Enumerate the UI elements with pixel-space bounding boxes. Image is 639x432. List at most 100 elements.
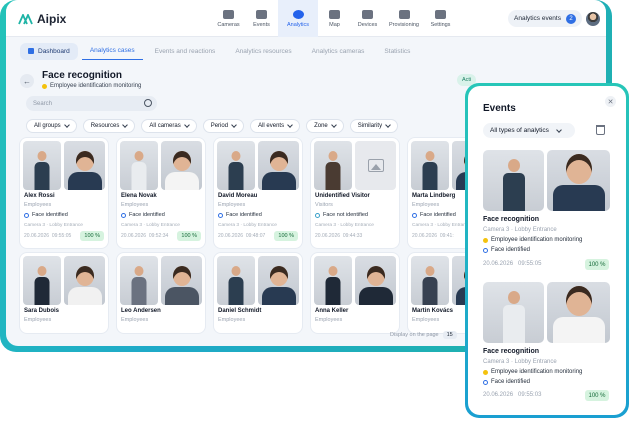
timestamp: 20.06.2026 09:48:07	[218, 233, 266, 239]
event-card[interactable]: Daniel Schmidt Employees	[214, 253, 302, 333]
section-tabs: Dashboard Analytics cases Events and rea…	[20, 42, 418, 60]
chart-icon	[292, 9, 304, 19]
status-dot-icon	[483, 247, 488, 253]
status-dot-icon	[315, 212, 320, 218]
monitor-icon	[362, 9, 373, 19]
event-timestamp: 20.06.2026 09:55:03	[483, 392, 542, 398]
trash-icon[interactable]	[596, 125, 605, 135]
person-name: Marta Lindberg	[412, 193, 456, 199]
event-card[interactable]: Alex Rossi Employees Face identified Cam…	[20, 138, 108, 248]
nav-devices[interactable]: Devices	[351, 0, 384, 37]
person-name: Unidentified Visitor	[315, 193, 370, 199]
timestamp: 20.06.2026 09:44:33	[315, 233, 363, 239]
person-group: Employees	[315, 317, 343, 323]
filter-events[interactable]: All events	[250, 119, 301, 133]
event-title: Face recognition	[483, 216, 540, 223]
camera-label: Camera 3 · Lobby Entrance	[218, 223, 277, 228]
nav-events[interactable]: Events	[245, 0, 278, 37]
full-body-photo	[314, 141, 352, 190]
page-size-select[interactable]: 15	[442, 331, 457, 339]
page-subtitle: Employee identification monitoring	[42, 83, 141, 89]
face-photo	[258, 141, 299, 190]
nav-provisioning[interactable]: Provisioning	[384, 0, 424, 37]
top-bar: Aipix Cameras Events Analytics Map Devic…	[6, 0, 606, 37]
chevron-down-icon	[63, 122, 70, 128]
face-photo	[355, 256, 396, 305]
recognition-status: Face identified	[412, 212, 456, 218]
logo-text: Aipix	[37, 12, 67, 26]
filter-resources[interactable]: Resources	[82, 119, 136, 133]
face-photo	[64, 141, 105, 190]
events-panel: Events ✕ All types of analytics Face rec…	[468, 86, 626, 415]
full-body-photo	[23, 141, 61, 190]
full-body-photo	[217, 256, 255, 305]
person-name: Anna Keller	[315, 308, 349, 314]
close-icon[interactable]: ✕	[605, 96, 616, 107]
analytics-type-select[interactable]: All types of analytics	[483, 123, 575, 138]
person-group: Employees	[24, 202, 52, 208]
event-card[interactable]: Anna Keller Employees	[311, 253, 399, 333]
chevron-down-icon	[122, 122, 129, 128]
tab-statistics[interactable]: Statistics	[376, 43, 418, 60]
logo[interactable]: Aipix	[18, 12, 66, 26]
face-photo	[161, 256, 202, 305]
event-card[interactable]: Sara Dubois Employees	[20, 253, 108, 333]
filter-cameras[interactable]: All cameras	[141, 119, 197, 133]
no-face-placeholder	[355, 141, 396, 190]
event-timestamp: 20.06.2026 09:55:05	[483, 261, 542, 267]
chevron-down-icon	[556, 126, 562, 133]
recognition-status: Face not identified	[315, 212, 368, 218]
tab-analytics-resources[interactable]: Analytics resources	[227, 43, 299, 60]
event-title: Face recognition	[483, 348, 540, 355]
event-status: Face identified	[483, 247, 530, 253]
status-dot-icon	[218, 212, 223, 218]
nav-cameras[interactable]: Cameras	[212, 0, 245, 37]
person-group: Employees	[412, 317, 440, 323]
tab-events-and-reactions[interactable]: Events and reactions	[147, 43, 224, 60]
filter-zone[interactable]: Zone	[306, 119, 344, 133]
user-avatar[interactable]	[586, 12, 600, 26]
map-pin-icon	[329, 9, 340, 19]
full-body-photo	[120, 141, 158, 190]
status-dot-icon	[483, 237, 488, 243]
camera-label: Camera 3 · Lobby Entrance	[315, 223, 374, 228]
full-body-photo	[217, 141, 255, 190]
event-card[interactable]: Elena Novak Employees Face identified Ca…	[117, 138, 205, 248]
event-similarity-badge: 100 %	[585, 390, 609, 401]
event-card[interactable]: Unidentified Visitor Visitors Face not i…	[311, 138, 399, 248]
event-case: Employee identification monitoring	[483, 369, 582, 375]
event-face-photo	[547, 150, 610, 211]
person-group: Employees	[218, 202, 246, 208]
filter-groups[interactable]: All groups	[26, 119, 77, 133]
tab-dashboard[interactable]: Dashboard	[20, 42, 78, 60]
tab-analytics-cameras[interactable]: Analytics cameras	[304, 43, 373, 60]
search-icon	[144, 99, 152, 107]
filter-similarity[interactable]: Similarity	[349, 119, 399, 133]
search-input[interactable]: Search	[26, 96, 157, 111]
nav-map[interactable]: Map	[318, 0, 351, 37]
back-arrow-icon[interactable]: ←	[20, 74, 34, 88]
event-similarity-badge: 100 %	[585, 259, 609, 270]
events-count-badge: 2	[565, 13, 576, 24]
recognition-status: Face identified	[121, 212, 165, 218]
event-card[interactable]: Leo Andersen Employees	[117, 253, 205, 333]
filter-period[interactable]: Period	[202, 119, 245, 133]
similarity-badge: 100 %	[274, 231, 298, 241]
event-full-body-photo	[483, 150, 544, 211]
status-dot-icon	[483, 379, 488, 385]
similarity-badge: 100 %	[177, 231, 201, 241]
recognition-status: Face identified	[218, 212, 262, 218]
nav-settings[interactable]: Settings	[424, 0, 457, 37]
status-dot-icon	[483, 369, 488, 375]
timestamp: 20.06.2026 09:55:05	[24, 233, 72, 239]
person-name: Sara Dubois	[24, 308, 60, 314]
chevron-down-icon	[231, 122, 237, 128]
event-full-body-photo	[483, 282, 544, 343]
gear-icon	[435, 9, 446, 19]
event-card[interactable]: David Moreau Employees Face identified C…	[214, 138, 302, 248]
tab-analytics-cases[interactable]: Analytics cases	[81, 42, 143, 60]
nav-analytics[interactable]: Analytics	[278, 0, 318, 37]
face-photo	[258, 256, 299, 305]
analytics-events-button[interactable]: Analytics events 2	[508, 10, 582, 27]
full-body-photo	[120, 256, 158, 305]
